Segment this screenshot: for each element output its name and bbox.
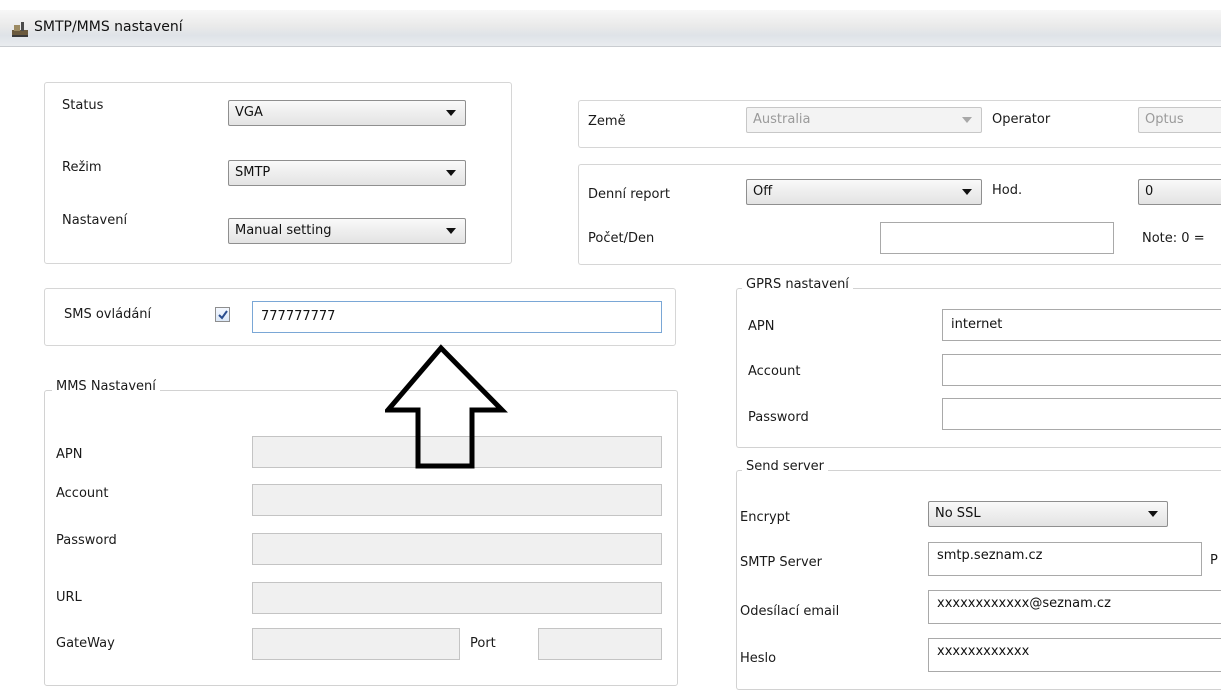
- operator-label: Operator: [992, 112, 1051, 127]
- mms-password-label: Password: [56, 533, 117, 548]
- status-select-value: VGA: [235, 105, 263, 120]
- mms-account-input[interactable]: [252, 484, 662, 516]
- checkmark-icon: [218, 310, 228, 320]
- status-select[interactable]: VGA: [228, 100, 466, 126]
- country-select-value: Australia: [753, 112, 811, 127]
- gprs-account-input[interactable]: [942, 354, 1221, 386]
- window-title: SMTP/MMS nastavení: [34, 19, 183, 35]
- operator-select-value: Optus: [1145, 112, 1184, 127]
- chevron-down-icon: [446, 110, 456, 116]
- sms-control-label: SMS ovládání: [64, 307, 152, 322]
- gprs-apn-label: APN: [748, 319, 775, 334]
- setting-select-value: Manual setting: [235, 223, 332, 238]
- sender-email-label: Odesílací email: [740, 604, 840, 619]
- daily-report-select-value: Off: [753, 184, 773, 199]
- gprs-settings-legend: GPRS nastavení: [742, 277, 853, 292]
- smtp-server-input[interactable]: smtp.seznam.cz: [928, 542, 1202, 576]
- mms-account-label: Account: [56, 486, 109, 501]
- password-label: Heslo: [740, 651, 777, 666]
- chevron-down-icon: [962, 189, 972, 195]
- daily-report-label: Denní report: [588, 187, 670, 202]
- setting-select[interactable]: Manual setting: [228, 218, 466, 244]
- sender-email-input[interactable]: xxxxxxxxxxxx@seznam.cz: [928, 590, 1221, 624]
- mms-apn-label: APN: [56, 447, 83, 462]
- mms-gateway-label: GateWay: [56, 636, 115, 651]
- encrypt-label: Encrypt: [740, 510, 790, 525]
- app-icon: [10, 19, 30, 39]
- count-per-day-input[interactable]: [880, 222, 1114, 254]
- mms-port-label: Port: [470, 636, 496, 651]
- count-per-day-label: Počet/Den: [588, 231, 655, 246]
- setting-label: Nastavení: [62, 213, 128, 228]
- country-select[interactable]: Australia: [746, 107, 982, 133]
- mms-password-input[interactable]: [252, 533, 662, 565]
- country-label: Země: [588, 114, 626, 129]
- send-server-legend: Send server: [742, 459, 829, 474]
- window-titlebar: SMTP/MMS nastavení: [0, 10, 1221, 47]
- daily-report-select[interactable]: Off: [746, 179, 982, 205]
- password-input[interactable]: xxxxxxxxxxxx: [928, 638, 1221, 672]
- hour-label: Hod.: [992, 183, 1023, 198]
- sms-control-checkbox[interactable]: [215, 307, 230, 322]
- mms-port-input[interactable]: [538, 628, 662, 660]
- operator-select[interactable]: Optus: [1138, 107, 1221, 133]
- chevron-down-icon: [962, 117, 972, 123]
- mms-settings-legend: MMS Nastavení: [52, 379, 160, 394]
- hour-select[interactable]: 0: [1138, 179, 1221, 205]
- mms-gateway-input[interactable]: [252, 628, 460, 660]
- mode-select-value: SMTP: [235, 165, 271, 180]
- status-label: Status: [62, 98, 104, 113]
- encrypt-select-value: No SSL: [935, 506, 981, 521]
- chevron-down-icon: [1148, 511, 1158, 517]
- sms-control-input[interactable]: 777777777: [252, 301, 662, 333]
- gprs-password-input[interactable]: [942, 398, 1221, 430]
- chevron-down-icon: [446, 170, 456, 176]
- chevron-down-icon: [446, 228, 456, 234]
- up-arrow-annotation-icon: [385, 344, 508, 469]
- mms-url-label: URL: [56, 590, 82, 605]
- mode-select[interactable]: SMTP: [228, 160, 466, 186]
- gprs-account-label: Account: [748, 364, 801, 379]
- count-note: Note: 0 =: [1142, 231, 1205, 246]
- gprs-password-label: Password: [748, 410, 809, 425]
- mode-label: Režim: [62, 160, 102, 175]
- encrypt-select[interactable]: No SSL: [928, 501, 1168, 527]
- hour-select-value: 0: [1145, 184, 1154, 199]
- gprs-apn-input[interactable]: internet: [942, 309, 1221, 341]
- mms-url-input[interactable]: [252, 582, 662, 614]
- smtp-server-label: SMTP Server: [740, 555, 823, 570]
- smtp-port-label-cut: P: [1210, 553, 1218, 568]
